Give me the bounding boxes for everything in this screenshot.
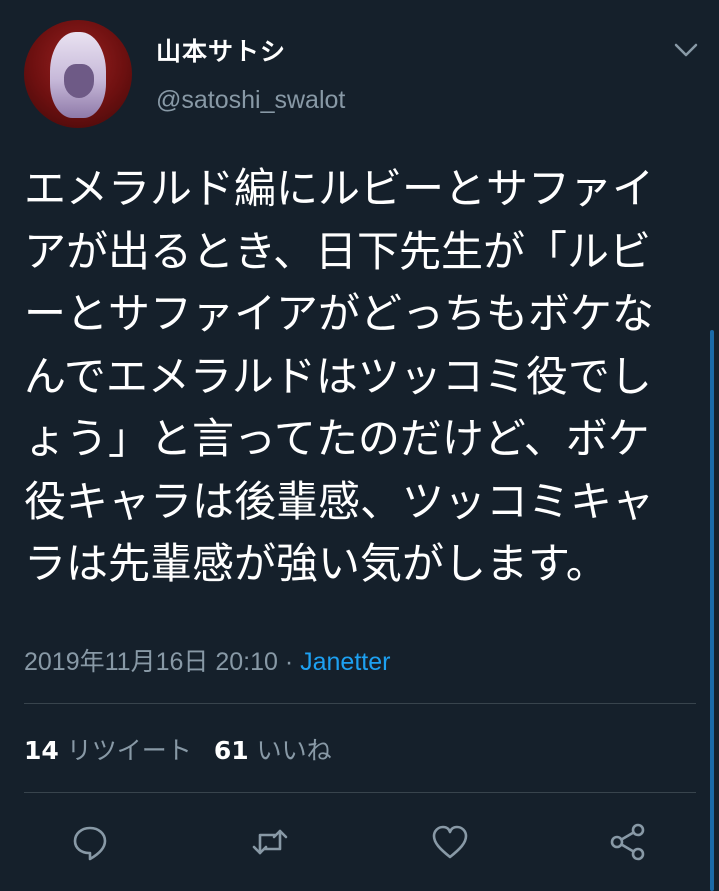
share-icon[interactable]	[608, 822, 648, 862]
tweet-text-line: エメラルド編にルビーとサファイ	[24, 164, 655, 213]
tweet-text-line: ょう」と言ってたのだけど、ボケ	[24, 414, 650, 463]
heart-icon[interactable]	[430, 822, 470, 862]
tweet-detail: 山本サトシ @satoshi_swalot エメラルド編にルビーとサファイ アが…	[0, 0, 719, 891]
retweets-label: リツイート	[66, 736, 192, 765]
user-handle[interactable]: @satoshi_swalot	[156, 86, 345, 115]
display-name[interactable]: 山本サトシ	[156, 32, 286, 68]
divider	[24, 792, 696, 793]
tweet-stats: 14 リツイート 61 いいね	[24, 731, 332, 767]
tweet-text-line: ラは先輩感が強い気がします。	[24, 539, 608, 588]
chevron-down-icon[interactable]	[672, 40, 700, 60]
likes-count: 61	[213, 736, 249, 765]
tweet-text-line: アが出るとき、日下先生が「ルビ	[24, 226, 652, 276]
likes-stat[interactable]: 61 いいね	[214, 736, 332, 765]
divider	[24, 703, 696, 704]
tweet-text-line: 役キャラは後輩感、ツッコミキャ	[24, 476, 655, 526]
tweet-text-line: ーとサファイアがどっちもボケな	[24, 289, 655, 338]
meta-separator: ·	[277, 648, 301, 676]
timestamp[interactable]: 2019年11月16日 20:10	[24, 648, 278, 676]
retweet-icon[interactable]	[250, 822, 290, 862]
scrollbar[interactable]	[710, 330, 714, 891]
client-link[interactable]: Janetter	[300, 648, 390, 676]
avatar[interactable]	[24, 20, 132, 128]
retweets-stat[interactable]: 14 リツイート	[24, 736, 192, 765]
retweets-count: 14	[24, 736, 59, 765]
likes-label: いいね	[256, 736, 332, 765]
tweet-text-line: んでエメラルドはツッコミ役でし	[24, 351, 652, 401]
reply-icon[interactable]	[70, 822, 110, 862]
tweet-meta: 2019年11月16日 20:10 · Janetter	[24, 642, 390, 678]
avatar-face	[64, 64, 94, 98]
tweet-text: エメラルド編にルビーとサファイ アが出るとき、日下先生が「ルビ ーとサファイアが…	[24, 158, 704, 596]
